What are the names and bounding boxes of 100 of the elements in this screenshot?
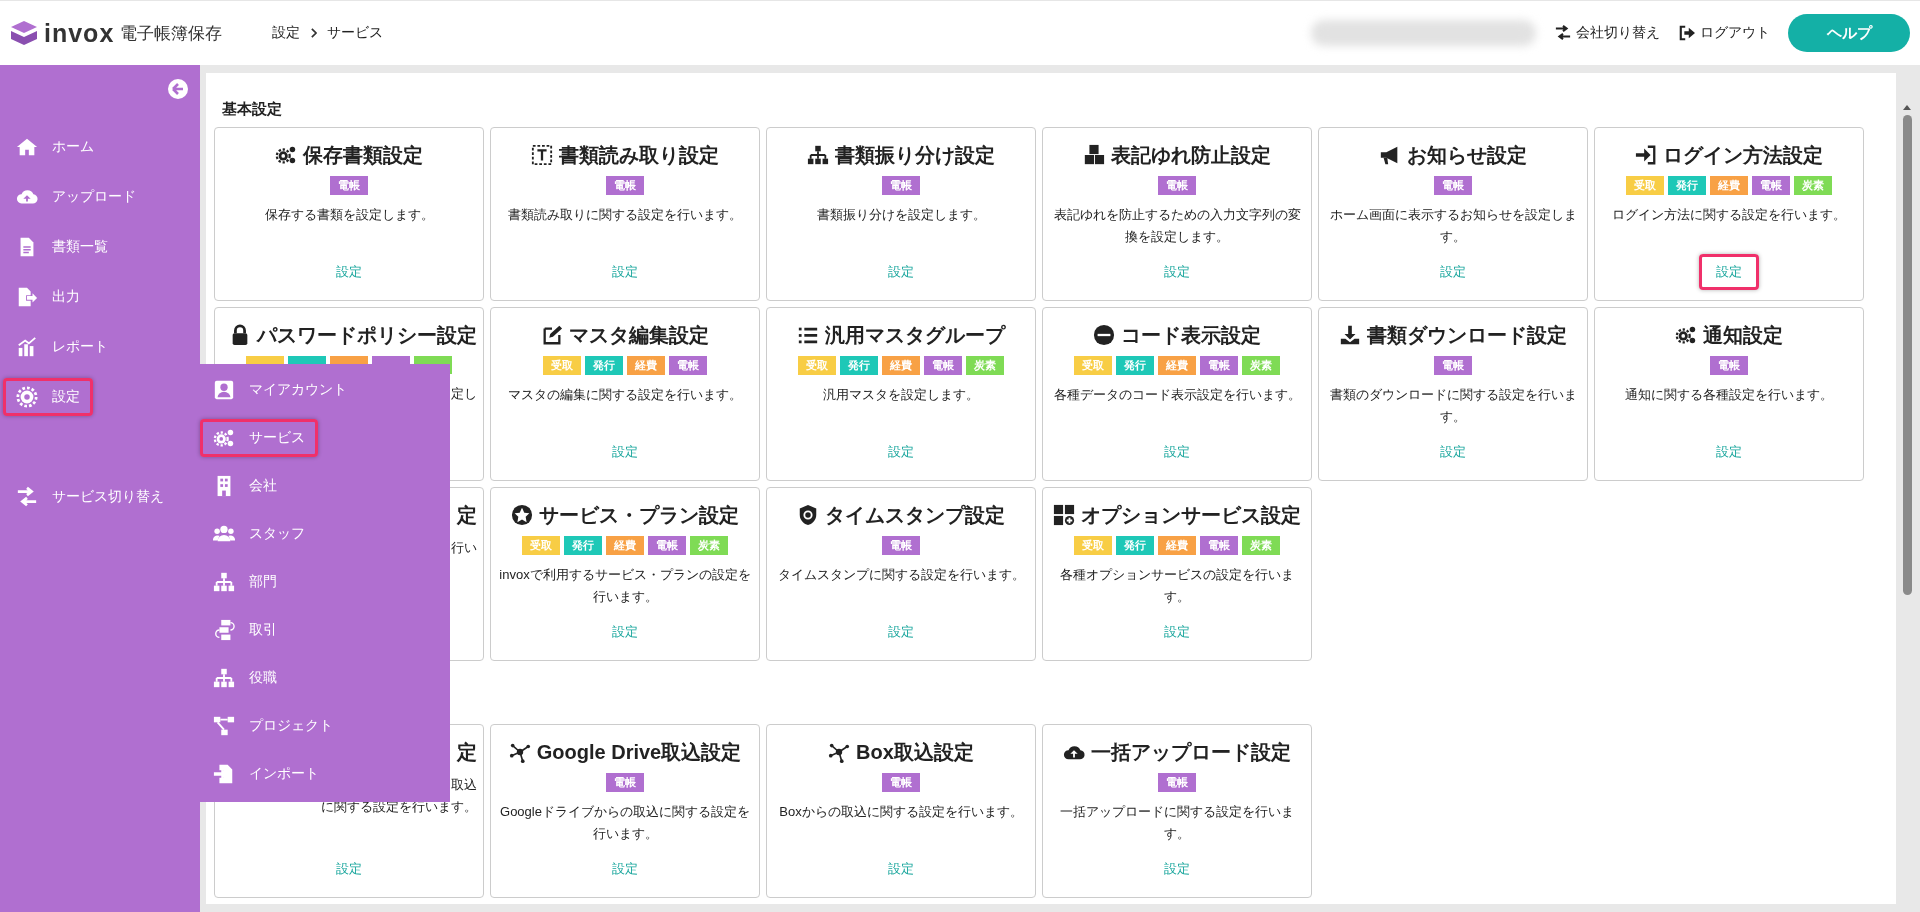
sitemap-icon bbox=[213, 667, 235, 689]
menu-item[interactable]: 会社 bbox=[200, 467, 290, 505]
gears-icon bbox=[275, 144, 297, 166]
service-tag: 電帳 bbox=[882, 773, 920, 792]
settings-link[interactable]: 設定 bbox=[595, 254, 655, 290]
service-tag: 発行 bbox=[1116, 536, 1154, 555]
network-icon bbox=[828, 741, 851, 763]
card-description: ログイン方法に関する設定を行います。 bbox=[1612, 206, 1846, 224]
sidebar-item[interactable]: 出力 bbox=[3, 278, 93, 316]
service-tag: 発行 bbox=[585, 356, 623, 375]
settings-link[interactable]: 設定 bbox=[1147, 614, 1207, 650]
settings-link[interactable]: 設定 bbox=[595, 614, 655, 650]
card-title: 一括アップロード設定 bbox=[1091, 739, 1291, 765]
service-tag: 電帳 bbox=[1158, 773, 1196, 792]
service-tag: 電帳 bbox=[882, 176, 920, 195]
network-icon bbox=[508, 741, 531, 763]
settings-link[interactable]: 設定 bbox=[1147, 434, 1207, 470]
menu-item[interactable]: 取引 bbox=[200, 611, 290, 649]
user-icon bbox=[213, 379, 235, 401]
header-action[interactable]: 会社切り替え bbox=[1554, 24, 1660, 42]
card-description: 各種データのコード表示設定を行います。 bbox=[1053, 386, 1301, 404]
service-tag: 受取 bbox=[1626, 176, 1664, 195]
menu-item[interactable]: プロジェクト bbox=[200, 707, 346, 745]
service-tag: 電帳 bbox=[606, 176, 644, 195]
card-title: 書類読み取り設定 bbox=[559, 142, 719, 168]
settings-link[interactable]: 設定 bbox=[319, 851, 379, 887]
sign-in-icon bbox=[1635, 144, 1657, 166]
sidebar-item[interactable]: レポート bbox=[3, 328, 121, 366]
logo-brand: invox bbox=[44, 18, 115, 48]
service-tag: 電帳 bbox=[1158, 176, 1196, 195]
service-tag: 電帳 bbox=[1200, 536, 1238, 555]
card-description: invoxで利用するサービス・プランの設定を行います。 bbox=[498, 566, 752, 606]
settings-link[interactable]: 設定 bbox=[871, 434, 931, 470]
card-title: タイムスタンプ設定 bbox=[825, 502, 1005, 528]
download-icon bbox=[1339, 324, 1361, 346]
card-title: Google Drive取込設定 bbox=[536, 739, 742, 765]
card-description: 書類振り分けを設定します。 bbox=[816, 206, 986, 224]
service-tag: 電帳 bbox=[1710, 356, 1748, 375]
service-tag: 電帳 bbox=[1434, 356, 1472, 375]
settings-link[interactable]: 設定 bbox=[319, 254, 379, 290]
card-description: マスタの編集に関する設定を行います。 bbox=[508, 386, 742, 404]
sidebar-item[interactable]: 設定 bbox=[3, 378, 93, 416]
service-tag: 経費 bbox=[1710, 176, 1748, 195]
card-title: 保存書類設定 bbox=[303, 142, 423, 168]
settings-link[interactable]: 設定 bbox=[1699, 434, 1759, 470]
breadcrumb-item[interactable]: 設定 bbox=[272, 24, 301, 42]
settings-link[interactable]: 設定 bbox=[1423, 434, 1483, 470]
scroll-up-icon[interactable] bbox=[1902, 103, 1912, 111]
switch-icon bbox=[16, 486, 38, 508]
service-tag: 経費 bbox=[627, 356, 665, 375]
card-description: 通知に関する各種設定を行います。 bbox=[1625, 386, 1833, 404]
section-heading: 基本設定 bbox=[221, 98, 283, 119]
card-description: 取込 bbox=[451, 776, 477, 794]
collapse-icon[interactable] bbox=[168, 79, 188, 99]
help-button[interactable]: ヘルプ bbox=[1788, 14, 1910, 52]
card-title: 書類振り分け設定 bbox=[835, 142, 995, 168]
chevron-icon bbox=[310, 28, 318, 38]
card-description: 行い bbox=[451, 539, 477, 557]
settings-link[interactable]: 設定 bbox=[871, 254, 931, 290]
settings-link[interactable]: 設定 bbox=[595, 434, 655, 470]
card-description: ホーム画面に表示するお知らせを設定します。 bbox=[1328, 206, 1578, 246]
settings-link[interactable]: 設定 bbox=[871, 614, 931, 650]
card-description: 保存する書類を設定します。 bbox=[264, 206, 434, 224]
card-title: ログイン方法設定 bbox=[1663, 142, 1823, 168]
text-frame-icon bbox=[531, 144, 553, 166]
import-icon bbox=[213, 763, 235, 785]
menu-item[interactable]: インポート bbox=[200, 755, 332, 793]
menu-item[interactable]: 役職 bbox=[200, 659, 290, 697]
card-title: 書類ダウンロード設定 bbox=[1367, 322, 1567, 348]
settings-link[interactable]: 設定 bbox=[1147, 254, 1207, 290]
card-title: 通知設定 bbox=[1703, 322, 1783, 348]
menu-item[interactable]: スタッフ bbox=[200, 515, 318, 553]
service-tag: 受取 bbox=[522, 536, 560, 555]
card-description: 各種オプションサービスの設定を行います。 bbox=[1059, 566, 1295, 606]
card-title: 汎用マスタグループ bbox=[825, 322, 1005, 348]
menu-item[interactable]: サービス bbox=[200, 419, 318, 457]
service-tag: 炭素 bbox=[1794, 176, 1832, 195]
settings-link[interactable]: 設定 bbox=[1147, 851, 1207, 887]
service-tag: 経費 bbox=[1158, 356, 1196, 375]
service-tag: 電帳 bbox=[924, 356, 962, 375]
service-tag: 発行 bbox=[1116, 356, 1154, 375]
service-tag: 炭素 bbox=[1242, 356, 1280, 375]
diagram-icon bbox=[213, 715, 235, 737]
sidebar-item[interactable]: サービス切り替え bbox=[3, 478, 177, 516]
scrollbar-thumb[interactable] bbox=[1902, 115, 1912, 595]
menu-item[interactable]: 部門 bbox=[200, 563, 290, 601]
settings-link[interactable]: 設定 bbox=[595, 851, 655, 887]
sidebar-item[interactable]: アップロード bbox=[3, 178, 149, 216]
settings-link[interactable]: 設定 bbox=[1699, 254, 1759, 290]
service-tag: 炭素 bbox=[690, 536, 728, 555]
sidebar-item[interactable]: ホーム bbox=[3, 128, 107, 166]
card-title: マスタ編集設定 bbox=[569, 322, 709, 348]
header-action[interactable]: ログアウト bbox=[1678, 24, 1770, 42]
settings-link[interactable]: 設定 bbox=[871, 851, 931, 887]
card-description: 定し bbox=[451, 385, 477, 403]
gears-icon bbox=[213, 427, 235, 449]
settings-link[interactable]: 設定 bbox=[1423, 254, 1483, 290]
sidebar-item[interactable]: 書類一覧 bbox=[3, 228, 121, 266]
service-tag: 炭素 bbox=[1242, 536, 1280, 555]
menu-item[interactable]: マイアカウント bbox=[200, 371, 360, 409]
